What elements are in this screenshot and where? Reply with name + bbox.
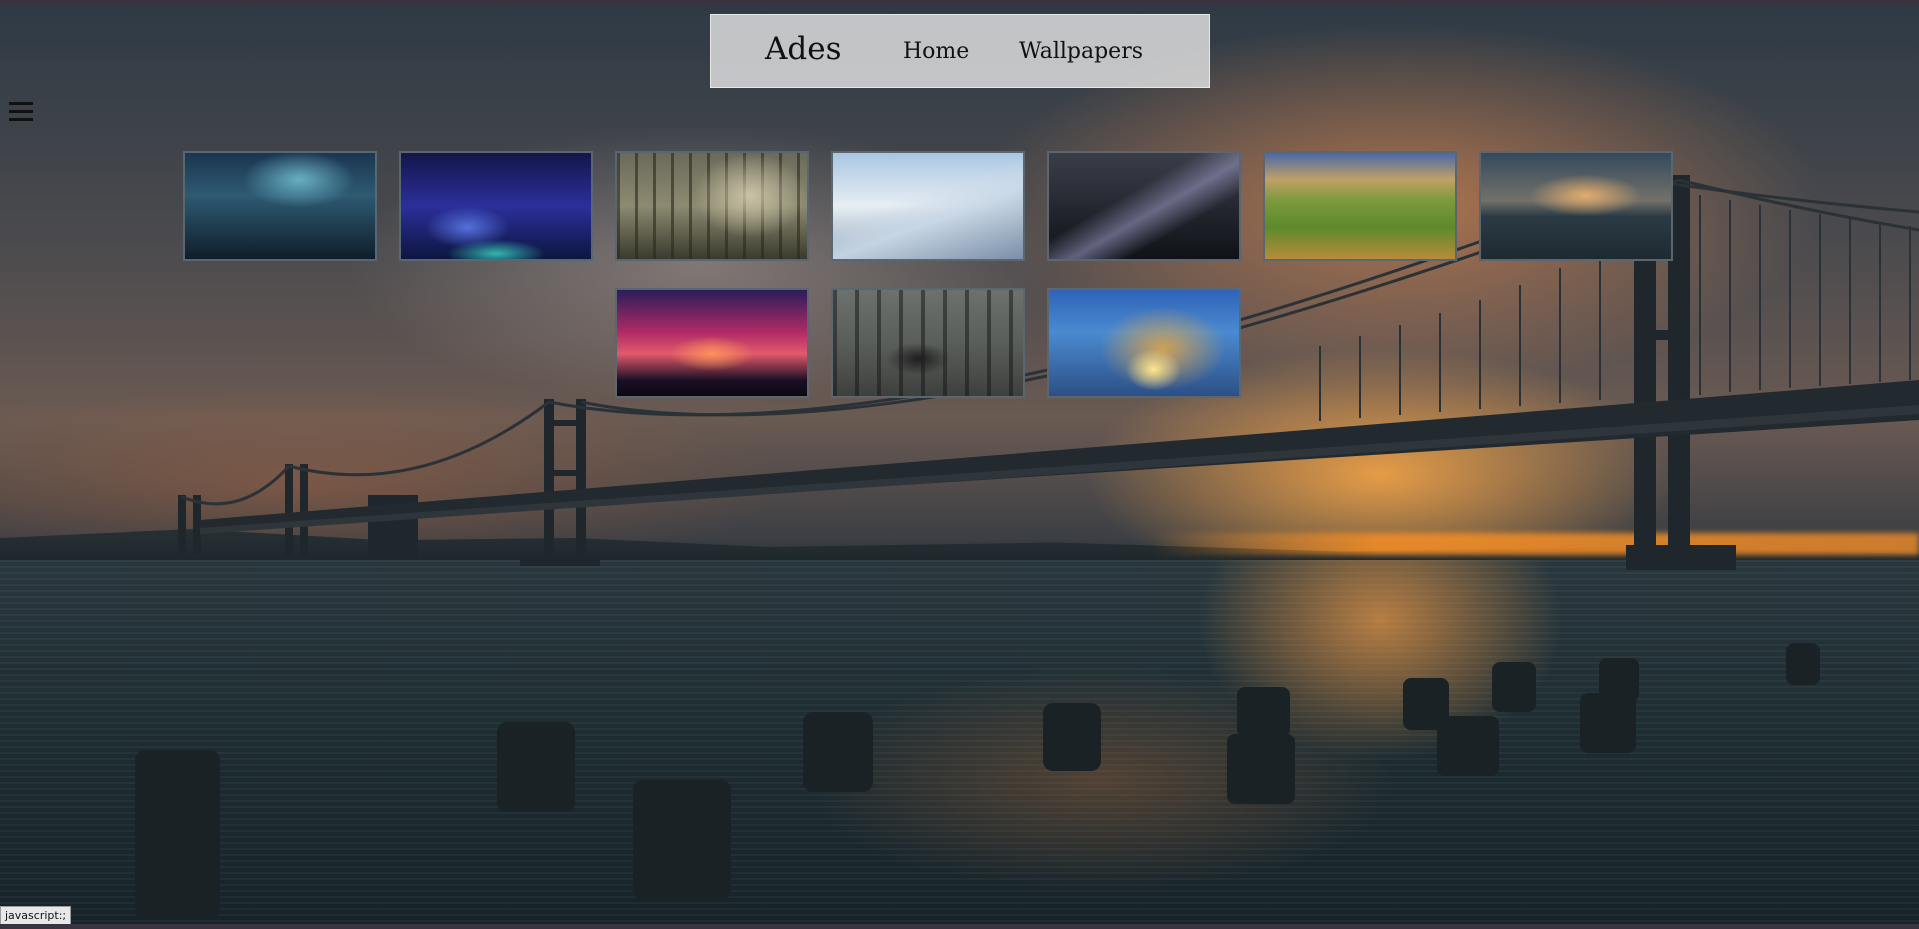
browser-status-bar: javascript:; — [0, 906, 72, 926]
nav-link-wallpapers[interactable]: Wallpapers — [1019, 39, 1143, 64]
nav-link-home[interactable]: Home — [903, 39, 969, 64]
wallpaper-thumbnail-tree-red-sky[interactable] — [615, 288, 809, 398]
wallpaper-thumbnail-snowy-mountains[interactable] — [831, 151, 1025, 261]
wallpaper-thumbnail-starry-alien-landscape[interactable] — [399, 151, 593, 261]
wallpaper-thumbnail-sports-car-forest[interactable] — [831, 288, 1025, 398]
site-brand-logo[interactable]: Ades — [765, 31, 842, 67]
window-bottom-border — [0, 924, 1919, 929]
wallpaper-thumbnail-bridge-sunset[interactable] — [1479, 151, 1673, 261]
wallpaper-thumbnail-milky-way-night[interactable] — [1047, 151, 1241, 261]
hamburger-menu-icon[interactable] — [9, 100, 33, 124]
wallpaper-thumbnail-aurora-forest[interactable] — [183, 151, 377, 261]
top-navbar: Ades Home Wallpapers — [710, 14, 1210, 88]
wallpaper-thumbnail-green-hills[interactable] — [1263, 151, 1457, 261]
bridge-silhouette — [135, 175, 1919, 920]
wallpaper-thumbnail-ocean-wave[interactable] — [1047, 288, 1241, 398]
wallpaper-thumbnail-misty-forest[interactable] — [615, 151, 809, 261]
